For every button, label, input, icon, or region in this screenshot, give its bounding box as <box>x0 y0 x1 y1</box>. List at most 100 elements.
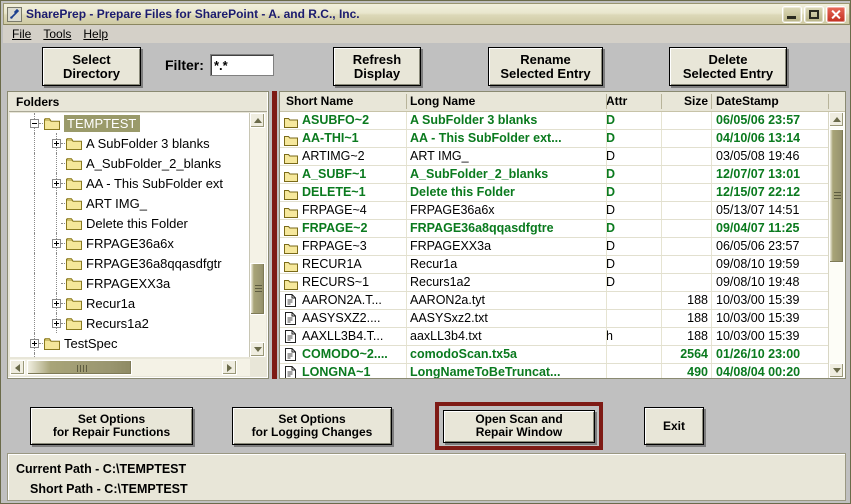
tree-scroll-thumb[interactable] <box>250 263 265 315</box>
tree-item-aa-this-subfolder-ext[interactable]: AA - This SubFolder ext <box>10 173 250 193</box>
tree-item-frpage36a6x[interactable]: FRPAGE36a6x <box>10 233 250 253</box>
tree-scroll-down-button[interactable] <box>250 342 265 357</box>
column-header-attr[interactable]: Attr <box>606 92 650 111</box>
cell-long-name: Recurs1a2 <box>410 275 471 289</box>
table-row[interactable]: RECUR1A Recur1a D 09/08/10 19:59 <box>280 256 828 274</box>
file-list-header[interactable]: Short Name Long Name Attr Size DateStamp <box>280 92 845 112</box>
column-header-datestamp[interactable]: DateStamp <box>716 92 828 111</box>
table-row[interactable]: FRPAGE~4 FRPAGE36a6x D 05/13/07 14:51 <box>280 202 828 220</box>
maximize-button[interactable] <box>804 5 824 23</box>
list-scroll-thumb[interactable] <box>829 129 844 263</box>
tree-item-recur1a[interactable]: Recur1a <box>10 293 250 313</box>
tree-horizontal-scrollbar[interactable] <box>10 359 250 376</box>
folder-tree[interactable]: TEMPTEST A SubFolder 3 blanks A_SubFolder_… <box>10 113 250 357</box>
list-scroll-up-button[interactable] <box>829 112 844 127</box>
cell-divider <box>406 274 407 291</box>
table-row[interactable]: A_SUBF~1 A_SubFolder_2_blanks D 12/07/07 13… <box>280 166 828 184</box>
expand-icon[interactable] <box>52 319 61 328</box>
cell-divider <box>661 310 662 327</box>
table-row[interactable]: ASUBFO~2 A SubFolder 3 blanks D 06/05/06 23… <box>280 112 828 130</box>
list-vertical-scrollbar[interactable] <box>828 112 845 378</box>
column-resize-handle[interactable] <box>828 94 829 109</box>
tree-item-frpagexx3a[interactable]: FRPAGEXX3a <box>10 273 250 293</box>
title-bar[interactable]: SharePrep - Prepare Files for SharePoint… <box>3 3 850 25</box>
menu-file[interactable]: File <box>9 26 40 42</box>
tree-item-delete-this-folder[interactable]: Delete this Folder <box>10 213 250 233</box>
table-row[interactable]: AAXLL3B4.T... aaxLL3b4.txt h 188 10/03/00 15… <box>280 328 828 346</box>
appplication-window: SharePrep - Prepare Files for SharePoint… <box>0 0 851 504</box>
refresh-display-button[interactable]: Refresh Display <box>333 47 421 86</box>
cell-divider <box>711 256 712 273</box>
cell-short-name: AAXLL3B4.T... <box>302 329 384 343</box>
set-options-repair-button[interactable]: Set Options for Repair Functions <box>30 407 193 445</box>
cell-short-name: A_SUBF~1 <box>302 167 367 181</box>
tree-item-testspec[interactable]: TestSpec <box>10 333 250 353</box>
tree-item-recurs1a2[interactable]: Recurs1a2 <box>10 313 250 333</box>
folder-icon <box>66 177 82 190</box>
table-row[interactable]: LONGNA~1 LongNameToBeTruncat... 490 04/08/0… <box>280 364 828 378</box>
table-row[interactable]: RECURS~1 Recurs1a2 D 09/08/10 19:48 <box>280 274 828 292</box>
folder-icon <box>44 117 60 130</box>
tree-scroll-right-button[interactable] <box>222 360 237 375</box>
cell-attr: D <box>606 275 616 289</box>
tree-item-label: FRPAGEXX3a <box>86 275 171 291</box>
delete-selected-entry-button[interactable]: Delete Selected Entry <box>669 47 787 86</box>
open-scan-and-repair-window-button[interactable]: Open Scan and Repair Window <box>443 409 595 443</box>
tree-item-temptest[interactable]: TEMPTEST <box>10 113 250 133</box>
menu-tools[interactable]: Tools <box>40 26 80 42</box>
table-row[interactable]: DELETE~1 Delete this Folder D 12/15/07 22:1… <box>280 184 828 202</box>
column-resize-handle[interactable] <box>406 94 407 109</box>
expand-icon[interactable] <box>30 339 39 348</box>
table-row[interactable]: COMODO~2.... comodoScan.tx5a 2564 01/26/10 … <box>280 346 828 364</box>
file-icon <box>285 294 296 307</box>
tree-item-label: Recurs1a2 <box>86 315 149 331</box>
tree-item-label: A SubFolder 3 blanks <box>86 135 210 151</box>
cell-long-name: A_SubFolder_2_blanks <box>410 167 549 181</box>
table-row[interactable]: AASYSXZ2.... AASYSxz2.txt 188 10/03/00 15:3… <box>280 310 828 328</box>
tree-gutter <box>10 313 67 333</box>
column-header-long-name[interactable]: Long Name <box>410 92 600 111</box>
file-list-rows[interactable]: ASUBFO~2 A SubFolder 3 blanks D 06/05/06 23… <box>280 112 828 378</box>
tree-scroll-up-button[interactable] <box>250 113 265 128</box>
tree-vertical-scrollbar[interactable] <box>249 113 266 357</box>
cell-long-name: AASYSxz2.txt <box>410 311 488 325</box>
expand-icon[interactable] <box>52 139 61 148</box>
select-directory-button[interactable]: Select Directory <box>42 47 141 86</box>
set-options-logging-button[interactable]: Set Options for Logging Changes <box>232 407 392 445</box>
chevron-up-icon <box>253 118 262 123</box>
table-row[interactable]: ARTIMG~2 ART IMG_ D 03/05/08 19:46 <box>280 148 828 166</box>
table-row[interactable]: FRPAGE~2 FRPAGE36a8qqasdfgtre D 09/04/07 11… <box>280 220 828 238</box>
expand-icon[interactable] <box>52 299 61 308</box>
minimize-button[interactable] <box>782 5 802 23</box>
column-header-short-name[interactable]: Short Name <box>286 92 404 111</box>
menu-help[interactable]: Help <box>80 26 117 42</box>
collapse-icon[interactable] <box>30 119 39 128</box>
column-resize-handle[interactable] <box>711 94 712 109</box>
table-row[interactable]: FRPAGE~3 FRPAGEXX3a D 06/05/06 23:57 <box>280 238 828 256</box>
column-resize-handle[interactable] <box>606 94 607 109</box>
tree-item-a-subfolder-3-blanks[interactable]: A SubFolder 3 blanks <box>10 133 250 153</box>
tree-hscroll-thumb[interactable] <box>27 360 132 375</box>
expand-icon[interactable] <box>52 239 61 248</box>
tree-item-frpage36a8qqasdfgtr[interactable]: FRPAGE36a8qqasdfgtr <box>10 253 250 273</box>
folder-icon <box>284 115 298 128</box>
cell-attr: D <box>606 131 616 145</box>
tree-item-art-img[interactable]: ART IMG_ <box>10 193 250 213</box>
filter-input[interactable] <box>210 54 274 76</box>
column-resize-handle[interactable] <box>661 94 662 109</box>
table-row[interactable]: AARON2A.T... AARON2a.tyt 188 10/03/00 15:39 <box>280 292 828 310</box>
close-button[interactable] <box>826 5 846 23</box>
list-scroll-down-button[interactable] <box>829 363 844 378</box>
tree-item-a-subfolder-2-blanks[interactable]: A_SubFolder_2_blanks <box>10 153 250 173</box>
filter-label: Filter: <box>165 57 204 73</box>
file-icon <box>285 366 296 378</box>
expand-icon[interactable] <box>52 179 61 188</box>
folder-icon <box>66 317 82 330</box>
table-row[interactable]: AA-THI~1 AA - This SubFolder ext... D 04/10… <box>280 130 828 148</box>
tree-scroll-left-button[interactable] <box>10 360 25 375</box>
tree-gutter <box>10 293 67 313</box>
exit-button[interactable]: Exit <box>644 407 704 445</box>
tree-item-testspec2[interactable]: testspec2 <box>10 353 250 357</box>
chevron-right-icon <box>227 363 232 372</box>
rename-selected-entry-button[interactable]: Rename Selected Entry <box>488 47 603 86</box>
